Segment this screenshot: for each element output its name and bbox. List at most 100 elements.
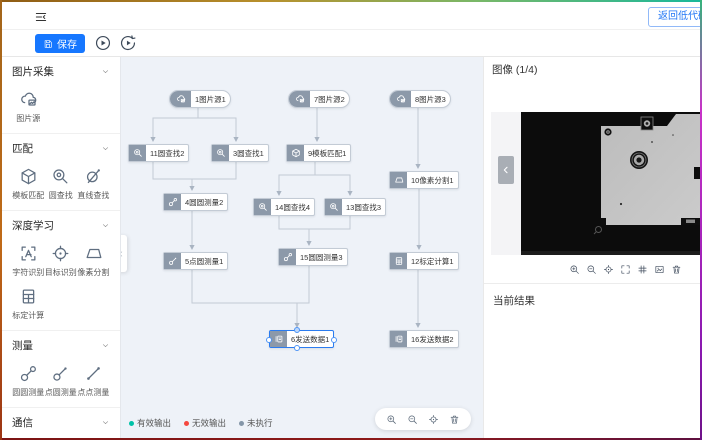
circle-find-icon [212,145,229,161]
tool-label: 标定计算 [12,310,44,321]
node-image-source-1[interactable]: 1图片源1 [169,90,231,108]
tool-label: 图片源 [16,113,40,124]
play-icon [94,34,112,52]
trapezoid-icon [390,172,407,188]
legend-label: 无效输出 [192,417,226,429]
node-circle-find-2[interactable]: 11圆查找2 [128,144,189,162]
node-pixel-segmentation-1[interactable]: 10像素分割1 [389,171,459,189]
section-header[interactable]: 图片采集 [12,64,110,79]
node-label: 13圆查找3 [342,199,385,215]
toolbar: 保存 [2,30,700,57]
tool-circle-circle-measure[interactable]: 圆圆测量 [12,364,45,398]
connection-port-left[interactable] [266,337,272,343]
node-circle-find-1[interactable]: 3圆查找1 [211,144,269,162]
node-circle-find-4[interactable]: 14圆查找4 [253,198,315,216]
section-header[interactable]: 深度学习 [12,218,110,233]
tool-image-source[interactable]: 图片源 [12,90,45,124]
chevron-down-icon [101,418,110,427]
node-image-source-2[interactable]: 7图片源2 [288,90,350,108]
point-circle-measure-icon [51,364,70,383]
tool-label: 圆查找 [49,190,73,201]
legend-label: 未执行 [247,417,273,429]
tool-template-match[interactable]: 模板匹配 [12,167,45,201]
tool-label: 点点测量 [77,387,109,398]
node-circle-find-3[interactable]: 13圆查找3 [324,198,386,216]
tool-char-recognition[interactable]: 字符识别 [12,244,45,278]
flow-canvas[interactable]: 1图片源1 7图片源2 8图片源3 11圆查找2 3圆查找1 9模板匹配1 10… [120,57,483,438]
tool-point-point-measure[interactable]: 点点测量 [77,364,110,398]
camera-image[interactable] [521,112,700,255]
results-title: 当前结果 [493,293,535,308]
tool-line-find[interactable]: 直线查找 [77,167,110,201]
node-calibration-calc-1[interactable]: 12标定计算1 [389,252,459,270]
app-header: 返回低代码 [2,2,700,30]
tool-point-circle-measure[interactable]: 点圆测量 [45,364,78,398]
circle-find-icon [254,199,271,215]
save-button[interactable]: 保存 [35,34,85,53]
point-circle-measure-icon [164,253,181,269]
image-panel-title: 图像 (1/4) [492,62,538,77]
run-loop-button[interactable] [119,34,137,52]
grid-icon[interactable] [637,264,648,275]
circle-circle-measure-icon [164,194,181,210]
tool-object-recognition[interactable]: 目标识别 [45,244,78,278]
section-title: 图片采集 [12,64,54,79]
image-save-icon[interactable] [654,264,665,275]
zoom-in-icon[interactable] [386,414,397,425]
section-measurement: 测量 圆圆测量 点圆测量 点点测量 [2,331,120,408]
zoom-out-icon[interactable] [407,414,418,425]
zoom-in-icon[interactable] [569,264,580,275]
node-send-data-1[interactable]: 6发送数据1 [269,330,334,348]
node-label: 8图片源3 [411,91,450,107]
back-to-lowcode-button[interactable]: 返回低代码 [648,7,702,27]
locate-icon[interactable] [603,264,614,275]
section-header[interactable]: 通信 [12,415,110,430]
node-circle-circle-measure-3[interactable]: 15圆圆测量3 [278,248,348,266]
zoom-out-icon[interactable] [586,264,597,275]
tool-calibration-calc[interactable]: 标定计算 [12,287,45,321]
node-template-match-1[interactable]: 9模板匹配1 [286,144,351,162]
tool-label: 点圆测量 [45,387,77,398]
sidebar-collapse-handle[interactable] [120,235,127,272]
prev-image-button[interactable] [498,156,514,184]
locate-icon[interactable] [428,414,439,425]
tool-pixel-segmentation[interactable]: 像素分割 [77,244,110,278]
section-title: 匹配 [12,141,33,156]
legend-invalid-output: 无效输出 [184,417,226,429]
node-label: 11圆查找2 [146,145,188,161]
image-source-icon [390,91,411,107]
connection-port-top[interactable] [294,327,300,333]
node-point-circle-measure-1[interactable]: 5点圆测量1 [163,252,228,270]
image-toolbar [569,264,682,275]
trash-icon[interactable] [671,264,682,275]
protocol-icon [390,331,407,347]
chevron-down-icon [101,67,110,76]
circle-circle-measure-icon [279,249,296,265]
section-communication: 通信 [2,408,120,438]
node-label: 1图片源1 [191,91,230,107]
calibration-icon [390,253,407,269]
section-deep-learning: 深度学习 字符识别 目标识别 像素分割 标定计算 [2,211,120,331]
point-point-measure-icon [84,364,103,383]
section-header[interactable]: 测量 [12,338,110,353]
tool-label: 目标识别 [45,267,77,278]
run-button[interactable] [94,34,112,52]
section-header[interactable]: 匹配 [12,141,110,156]
fullscreen-icon[interactable] [620,264,631,275]
play-loop-icon [119,34,137,52]
canvas-controls [375,408,471,430]
node-label: 14圆查找4 [271,199,314,215]
connection-port-bottom[interactable] [294,345,300,351]
panel-divider [484,283,700,284]
node-image-source-3[interactable]: 8图片源3 [389,90,451,108]
node-circle-circle-measure-2[interactable]: 4圆圆测量2 [163,193,228,211]
chevron-down-icon [101,221,110,230]
circle-find-icon [325,199,342,215]
chevron-down-icon [101,341,110,350]
tool-label: 字符识别 [12,267,44,278]
trash-icon[interactable] [449,414,460,425]
collapse-menu-icon[interactable] [34,10,48,24]
circle-circle-measure-icon [19,364,38,383]
node-send-data-2[interactable]: 16发送数据2 [389,330,459,348]
tool-circle-find[interactable]: 圆查找 [45,167,78,201]
